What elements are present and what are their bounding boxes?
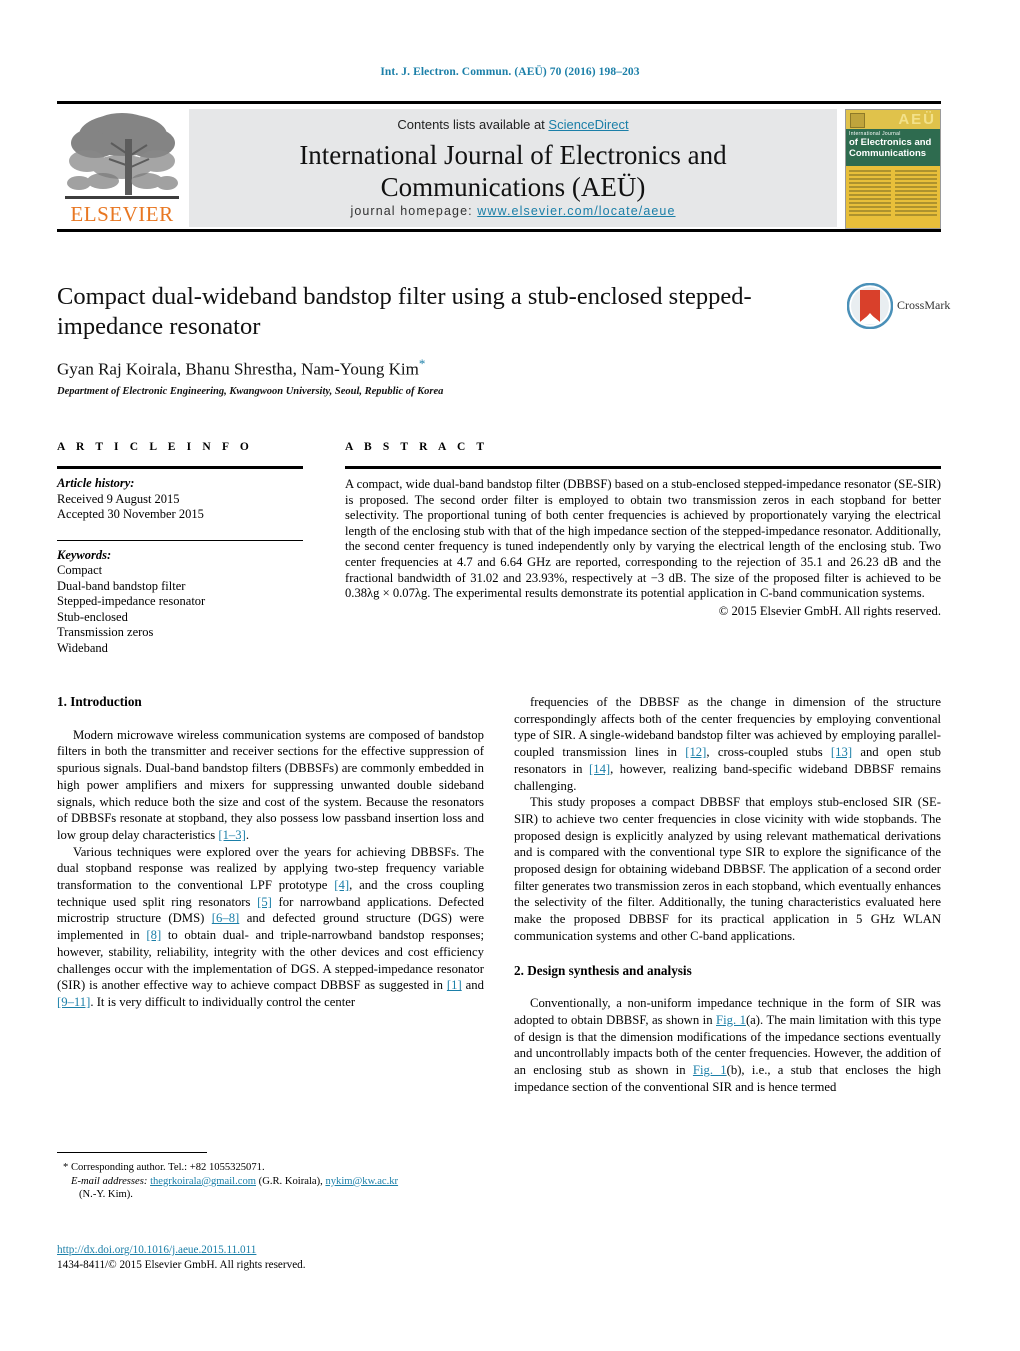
keywords-label: Keywords:: [57, 547, 112, 562]
abstract-heading: A B S T R A C T: [345, 441, 489, 453]
elsevier-logo: ELSEVIER: [59, 109, 185, 227]
affiliation: Department of Electronic Engineering, Kw…: [57, 386, 444, 397]
keyword-item: Stepped-impedance resonator: [57, 594, 206, 608]
email-owner-1: (G.R. Koirala),: [256, 1175, 326, 1187]
page-title: Compact dual-wideband bandstop filter us…: [57, 283, 752, 340]
keyword-item: Transmission zeros: [57, 625, 154, 639]
contents-lists-line: Contents lists available at ScienceDirec…: [189, 117, 837, 132]
email-label: E-mail addresses:: [71, 1175, 148, 1187]
intro-p1-text-b: .: [245, 827, 250, 842]
journal-title: International Journal of Electronics and…: [189, 139, 837, 203]
right-paragraph-1: frequencies of the DBBSF as the change i…: [514, 694, 941, 794]
cover-title-line2: Communications: [849, 148, 927, 159]
doi-block: http://dx.doi.org/10.1016/j.aeue.2015.11…: [57, 1243, 484, 1273]
cover-green-band: International Journal of Electronics and…: [846, 129, 940, 166]
citation-ref-1-3[interactable]: [1–3]: [218, 828, 245, 842]
elsevier-tree-icon: [65, 109, 179, 199]
tree-baseline: [65, 196, 179, 199]
issn-copyright-line: 1434-8411/© 2015 Elsevier GmbH. All righ…: [57, 1259, 306, 1271]
abstract-text: A compact, wide dual-band bandstop filte…: [345, 477, 941, 601]
keyword-item: Wideband: [57, 640, 108, 655]
journal-homepage-label: journal homepage:: [350, 204, 473, 218]
design-paragraph-1: Conventionally, a non-uniform impedance …: [514, 995, 941, 1095]
article-history: Article history: Received 9 August 2015 …: [57, 469, 303, 523]
article-info-heading: A R T I C L E I N F O: [57, 441, 253, 453]
body-column-left: 1. Introduction Modern microwave wireles…: [57, 694, 484, 1011]
intro-p2-text-f: and: [461, 978, 484, 993]
elsevier-wordmark: ELSEVIER: [70, 202, 174, 226]
keyword-item: Dual-band bandstop filter: [57, 578, 186, 593]
journal-cover-thumbnail: AEÜ International Journal of Electronics…: [845, 109, 941, 229]
email-link-koirala[interactable]: thegrkoirala@gmail.com: [150, 1176, 256, 1187]
journal-title-line2: Communications (AEÜ): [380, 172, 646, 202]
author-list: Gyan Raj Koirala, Bhanu Shrestha, Nam-Yo…: [57, 356, 817, 380]
abstract-copyright: © 2015 Elsevier GmbH. All rights reserve…: [718, 603, 941, 618]
journal-masthead: ELSEVIER Contents lists available at Sci…: [57, 101, 941, 232]
email-owner-2: (N.-Y. Kim).: [79, 1189, 133, 1201]
intro-paragraph-1: Modern microwave wireless communication …: [57, 727, 484, 844]
keywords-block: Keywords: Compact Dual-band bandstop fil…: [57, 541, 303, 657]
cover-subtitle: International Journal: [849, 131, 901, 137]
right-p1-text-b: , cross-coupled stubs: [706, 745, 831, 760]
citation-ref-4[interactable]: [4]: [334, 878, 349, 892]
footnote-rule: [57, 1152, 207, 1153]
email-link-kim[interactable]: nykim@kw.ac.kr: [325, 1176, 398, 1187]
figure-link-1a[interactable]: Fig. 1: [716, 1013, 746, 1027]
corresponding-author-note: * Corresponding author. Tel.: +82 105532…: [63, 1162, 265, 1173]
author-names: Gyan Raj Koirala, Bhanu Shrestha, Nam-Yo…: [57, 359, 419, 379]
tree-svg: [67, 113, 178, 195]
received-date: Received 9 August 2015: [57, 491, 180, 506]
paper-page: Int. J. Electron. Commun. (AEÜ) 70 (2016…: [0, 0, 1020, 1351]
cover-toc-lines: [846, 168, 940, 227]
crossmark-label: CrossMark: [897, 298, 951, 312]
footnotes-block: * Corresponding author. Tel.: +82 105532…: [57, 1152, 484, 1202]
abstract-block: A B S T R A C T A compact, wide dual-ban…: [345, 441, 941, 619]
cover-toc-col-right: [895, 170, 937, 218]
contents-lists-prefix: Contents lists available at: [397, 117, 549, 132]
journal-homepage-line: journal homepage: www.elsevier.com/locat…: [189, 204, 837, 218]
accepted-date: Accepted 30 November 2015: [57, 507, 204, 521]
intro-p2-text-g: . It is very difficult to individually c…: [90, 994, 356, 1009]
doi-link[interactable]: http://dx.doi.org/10.1016/j.aeue.2015.11…: [57, 1244, 256, 1256]
article-info-block: A R T I C L E I N F O Article history: R…: [57, 441, 303, 656]
body-column-right: frequencies of the DBBSF as the change i…: [514, 694, 941, 1095]
journal-title-line1: International Journal of Electronics and: [299, 140, 727, 170]
citation-ref-9-11[interactable]: [9–11]: [57, 995, 90, 1009]
citation-ref-5[interactable]: [5]: [257, 895, 272, 909]
figure-link-1b[interactable]: Fig. 1: [693, 1063, 727, 1077]
running-head-citation: Int. J. Electron. Commun. (AEÜ) 70 (2016…: [380, 66, 640, 78]
section-heading-introduction: 1. Introduction: [57, 694, 142, 709]
crossmark-icon[interactable]: [847, 283, 893, 329]
cover-aeu-mark: AEÜ: [898, 111, 936, 128]
sciencedirect-banner: Contents lists available at ScienceDirec…: [189, 109, 837, 227]
intro-p1-text-a: Modern microwave wireless communication …: [57, 727, 484, 842]
keyword-item: Stub-enclosed: [57, 609, 128, 624]
journal-homepage-url[interactable]: www.elsevier.com/locate/aeue: [477, 204, 675, 218]
masthead-bottom-rule: [57, 229, 941, 232]
citation-ref-8[interactable]: [8]: [146, 928, 161, 942]
intro-paragraph-2: Various techniques were explored over th…: [57, 844, 484, 1011]
cover-logo-square: [850, 113, 865, 128]
citation-ref-14[interactable]: [14]: [589, 762, 610, 776]
crossmark-badge[interactable]: CrossMark: [847, 283, 950, 331]
corresponding-author-marker: *: [418, 356, 426, 371]
citation-ref-1[interactable]: [1]: [447, 978, 462, 992]
cover-title-line1: of Electronics and: [849, 137, 932, 148]
article-history-label: Article history:: [57, 476, 135, 490]
citation-ref-6-8[interactable]: [6–8]: [212, 911, 239, 925]
section-heading-design: 2. Design synthesis and analysis: [514, 962, 692, 978]
right-paragraph-2: This study proposes a compact DBBSF that…: [514, 795, 941, 943]
email-addresses-note: E-mail addresses: thegrkoirala@gmail.com…: [57, 1175, 484, 1202]
cover-toc-col-left: [849, 170, 891, 218]
masthead-top-rule: [57, 101, 941, 104]
citation-ref-12[interactable]: [12]: [685, 745, 706, 759]
keyword-item: Compact: [57, 563, 103, 577]
sciencedirect-link[interactable]: ScienceDirect: [548, 117, 628, 132]
citation-ref-13[interactable]: [13]: [831, 745, 852, 759]
